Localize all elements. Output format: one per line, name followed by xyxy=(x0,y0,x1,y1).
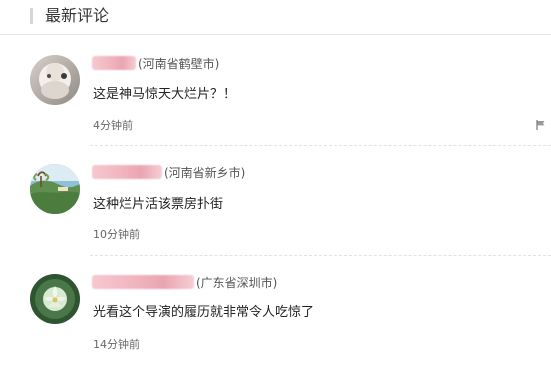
comment-text: 光看这个导演的履历就非常令人吃惊了 xyxy=(93,305,315,320)
landscape-avatar-icon[interactable] xyxy=(30,164,80,214)
comment-location: (河南省鹤壁市) xyxy=(138,56,220,71)
blurred-username xyxy=(92,165,162,179)
comment-time: 4分钟前 xyxy=(93,119,133,132)
comment-text: 这是神马惊天大烂片？！ xyxy=(93,87,237,102)
portrait-avatar-icon[interactable] xyxy=(30,55,80,105)
comment-time: 14分钟前 xyxy=(93,338,140,351)
comments-header: 最新评论 xyxy=(0,0,551,35)
comment-text: 这种烂片活该票房扑街 xyxy=(93,197,224,212)
comment-item: (广东省深圳市) 光看这个导演的履历就非常令人吃惊了 14分钟前 xyxy=(0,256,551,366)
flag-icon xyxy=(536,120,545,130)
comment-item: (河南省新乡市) 这种烂片活该票房扑街 10分钟前 xyxy=(0,146,551,256)
report-button[interactable] xyxy=(535,119,547,131)
lotus-avatar-icon[interactable] xyxy=(30,274,80,324)
comment-item: (河南省鹤壁市) 这是神马惊天大烂片？！ 4分钟前 xyxy=(0,36,551,146)
comment-location: (广东省深圳市) xyxy=(196,275,278,290)
comment-meta: (河南省新乡市) xyxy=(92,162,245,182)
comment-meta: (河南省鹤壁市) xyxy=(92,53,219,73)
comment-meta: (广东省深圳市) xyxy=(92,272,277,292)
blurred-username xyxy=(92,56,136,70)
blurred-username xyxy=(92,275,194,289)
comment-time: 10分钟前 xyxy=(93,228,140,241)
comment-location: (河南省新乡市) xyxy=(164,165,246,180)
header-accent-bar xyxy=(30,8,33,24)
section-title: 最新评论 xyxy=(45,6,110,25)
